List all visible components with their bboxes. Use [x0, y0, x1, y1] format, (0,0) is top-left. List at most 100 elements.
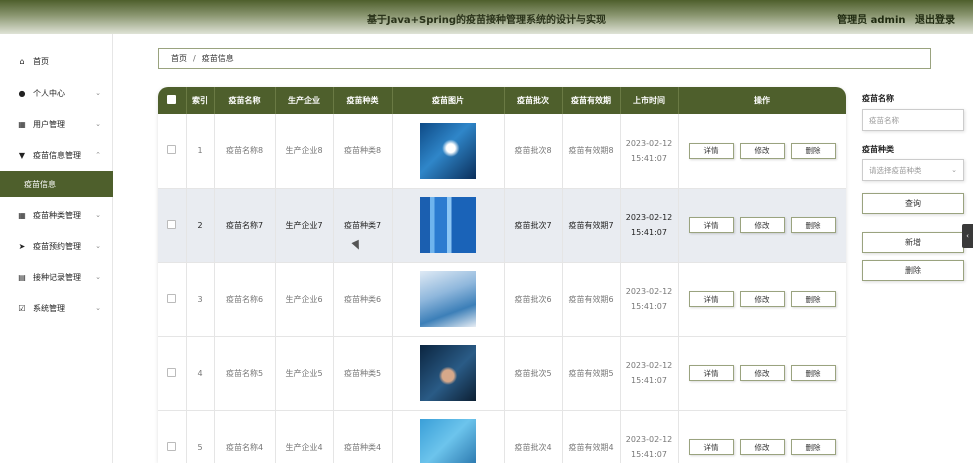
- cell-validity: 疫苗有效期7: [562, 188, 621, 263]
- cell-vaccine-type: 疫苗种类6: [333, 262, 393, 337]
- breadcrumb: 首页 / 疫苗信息: [158, 48, 931, 69]
- cell-launch-time: 2023-02-12 15:41:07: [620, 336, 679, 411]
- vaccine-name-placeholder: 疫苗名称: [869, 115, 899, 125]
- vaccine-image: [420, 419, 476, 463]
- chevron-down-icon: ⌄: [95, 242, 101, 250]
- edit-button[interactable]: 修改: [739, 291, 785, 307]
- edit-button[interactable]: 修改: [739, 217, 785, 233]
- logout-link[interactable]: 退出登录: [915, 15, 955, 26]
- row-checkbox[interactable]: [167, 145, 177, 155]
- header-validity: 疫苗有效期: [562, 87, 621, 114]
- chevron-down-icon: ⌄: [951, 166, 957, 174]
- chevron-down-icon: ⌄: [95, 273, 101, 281]
- row-select-cell[interactable]: [158, 114, 187, 189]
- cell-actions: 详情 修改 删除: [678, 188, 846, 263]
- cell-vaccine-image: [392, 188, 505, 263]
- row-select-cell[interactable]: [158, 410, 187, 463]
- breadcrumb-separator: /: [193, 54, 196, 63]
- header-launch-time: 上市时间: [620, 87, 679, 114]
- sidebar-item-label: 接种记录管理: [33, 272, 81, 282]
- sidebar-item-appointment-management[interactable]: ➤ 疫苗预约管理 ⌄: [0, 233, 113, 259]
- sidebar-item-home[interactable]: ⌂ 首页: [0, 48, 113, 74]
- cell-actions: 详情 修改 删除: [678, 262, 846, 337]
- vaccine-table: 索引 疫苗名称 生产企业 疫苗种类 疫苗图片 疫苗批次 疫苗有效期 上市时间 操…: [158, 87, 846, 463]
- sidebar-item-label: 疫苗信息管理: [33, 150, 81, 160]
- row-select-cell[interactable]: [158, 336, 187, 411]
- cell-launch-time: 2023-02-12 15:41:07: [620, 188, 679, 263]
- delete-button[interactable]: 删除: [790, 365, 836, 381]
- chevron-up-icon: ⌃: [95, 151, 101, 159]
- cell-index: 1: [186, 114, 215, 189]
- edit-button[interactable]: 修改: [739, 142, 785, 159]
- header-vaccine-type: 疫苗种类: [333, 87, 393, 114]
- app-title: 基于Java+Spring的疫苗接种管理系统的设计与实现: [366, 15, 607, 26]
- launch-date: 2023-02-12: [625, 361, 673, 370]
- cell-vaccine-name: 疫苗名称6: [214, 262, 276, 337]
- cell-vaccine-name: 疫苗名称4: [214, 410, 276, 463]
- chevron-down-icon: ⌄: [95, 120, 101, 128]
- table-row: 2 疫苗名称7 生产企业7 疫苗种类7 疫苗批次7 疫苗有效期7 2023-02-12 15:…: [158, 188, 846, 263]
- sidebar-item-label: 疫苗种类管理: [33, 210, 81, 220]
- sidebar-item-vaccine-type-management[interactable]: ▦ 疫苗种类管理 ⌄: [0, 202, 113, 228]
- edit-button[interactable]: 修改: [739, 439, 785, 455]
- table-row: 3 疫苗名称6 生产企业6 疫苗种类6 疫苗批次6 疫苗有效期6 2023-02-12 15:…: [158, 262, 846, 337]
- add-button[interactable]: 新增: [862, 232, 964, 253]
- cell-batch: 疫苗批次4: [504, 410, 563, 463]
- cell-batch: 疫苗批次7: [504, 188, 563, 263]
- batch-delete-button[interactable]: 删除: [862, 260, 964, 281]
- cell-validity: 疫苗有效期6: [562, 262, 621, 337]
- sidebar-item-vaccination-record-management[interactable]: ▤ 接种记录管理 ⌄: [0, 264, 113, 290]
- vaccine-name-label: 疫苗名称: [862, 94, 894, 103]
- launch-date: 2023-02-12: [625, 213, 673, 222]
- user-area: 管理员 admin 退出登录: [831, 11, 955, 26]
- cell-vaccine-type: 疫苗种类7: [333, 188, 393, 263]
- vaccine-name-input[interactable]: 疫苗名称: [862, 109, 964, 131]
- vaccine-type-select[interactable]: 请选择疫苗种类 ⌄: [862, 159, 964, 181]
- sidebar-item-system-management[interactable]: ☑ 系统管理 ⌄: [0, 295, 113, 321]
- cell-vaccine-type: 疫苗种类5: [333, 336, 393, 411]
- sidebar-item-personal-center[interactable]: ● 个人中心 ⌄: [0, 80, 113, 106]
- detail-button[interactable]: 详情: [688, 217, 734, 233]
- row-checkbox[interactable]: [167, 219, 177, 229]
- delete-button[interactable]: 删除: [790, 439, 836, 455]
- row-checkbox[interactable]: [167, 367, 177, 377]
- row-select-cell[interactable]: [158, 262, 187, 337]
- sidebar-item-label: 个人中心: [33, 88, 65, 98]
- header-select-all[interactable]: [158, 87, 187, 114]
- delete-button[interactable]: 删除: [790, 142, 836, 159]
- search-button[interactable]: 查询: [862, 193, 964, 214]
- cell-validity: 疫苗有效期5: [562, 336, 621, 411]
- header-batch: 疫苗批次: [504, 87, 563, 114]
- checklist-icon: ☑: [18, 303, 26, 313]
- cell-batch: 疫苗批次5: [504, 336, 563, 411]
- sidebar-item-label: 用户管理: [33, 119, 65, 129]
- sidebar-item-vaccine-info[interactable]: 疫苗信息: [0, 171, 113, 197]
- delete-button[interactable]: 删除: [790, 291, 836, 307]
- header-vaccine-name: 疫苗名称: [214, 87, 276, 114]
- cell-company: 生产企业8: [275, 114, 334, 189]
- detail-button[interactable]: 详情: [688, 365, 734, 381]
- cell-launch-time: 2023-02-12 15:41:07: [620, 262, 679, 337]
- sidebar-item-user-management[interactable]: ▦ 用户管理 ⌄: [0, 111, 113, 137]
- vaccine-image: [420, 271, 476, 327]
- breadcrumb-home[interactable]: 首页: [171, 53, 187, 64]
- row-select-cell[interactable]: [158, 188, 187, 263]
- sidebar-item-label: 首页: [33, 56, 49, 66]
- sidebar-item-vaccine-info-management[interactable]: ▼ 疫苗信息管理 ⌃: [0, 142, 113, 168]
- detail-button[interactable]: 详情: [688, 142, 734, 159]
- detail-button[interactable]: 详情: [688, 439, 734, 455]
- cell-vaccine-image: [392, 336, 505, 411]
- detail-button[interactable]: 详情: [688, 291, 734, 307]
- select-all-checkbox[interactable]: [167, 95, 177, 104]
- launch-clock: 15:41:07: [631, 302, 667, 311]
- row-checkbox[interactable]: [167, 293, 177, 303]
- cell-batch: 疫苗批次8: [504, 114, 563, 189]
- delete-button[interactable]: 删除: [790, 217, 836, 233]
- collapse-tab-icon[interactable]: ‹: [962, 224, 973, 248]
- launch-date: 2023-02-12: [625, 435, 673, 444]
- header-actions: 操作: [678, 87, 846, 114]
- cell-company: 生产企业7: [275, 188, 334, 263]
- edit-button[interactable]: 修改: [739, 365, 785, 381]
- chevron-down-icon: ⌄: [95, 89, 101, 97]
- row-checkbox[interactable]: [167, 441, 177, 451]
